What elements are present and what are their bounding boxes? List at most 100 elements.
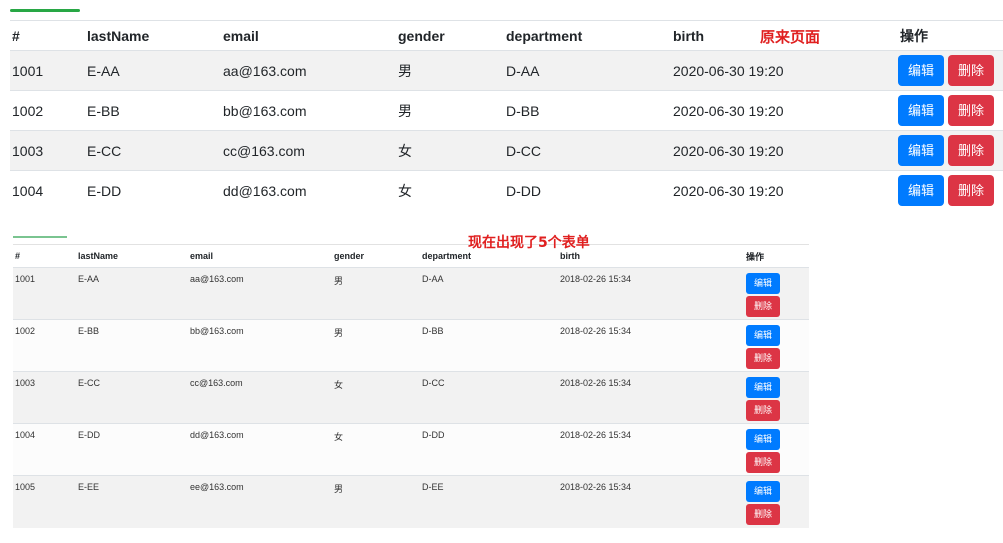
cell-actions: 编辑 删除 (744, 319, 809, 372)
cell-gender: 女 (332, 423, 420, 476)
cell-actions: 编辑 删除 (898, 130, 1003, 171)
cell-email: aa@163.com (221, 50, 396, 91)
cell-department: D-AA (504, 50, 671, 91)
delete-button[interactable]: 删除 (746, 296, 780, 317)
table-row: 1005 E-EE ee@163.com 男 D-EE 2018-02-26 1… (13, 475, 809, 528)
header-department: department (504, 21, 671, 51)
cell-gender: 男 (396, 90, 504, 131)
table-row: 1004 E-DD dd@163.com 女 D-DD 2018-02-26 1… (13, 423, 809, 476)
cell-actions: 编辑 删除 (744, 423, 809, 476)
delete-button[interactable]: 删除 (746, 400, 780, 421)
cell-id: 1001 (13, 267, 76, 320)
cell-id: 1004 (10, 170, 85, 210)
edit-button[interactable]: 编辑 (898, 55, 944, 86)
cell-lastname: E-DD (76, 423, 188, 476)
annotation-original-page: 原来页面 (760, 28, 821, 46)
header-email: email (188, 245, 332, 268)
edit-button[interactable]: 编辑 (898, 175, 944, 206)
cell-lastname: E-EE (76, 475, 188, 528)
bottom-accent-bar (13, 236, 67, 238)
edit-button[interactable]: 编辑 (746, 429, 780, 450)
table-row: 1002 E-BB bb@163.com 男 D-BB 2018-02-26 1… (13, 319, 809, 372)
cell-lastname: E-BB (85, 90, 221, 131)
header-actions: 操作 (898, 21, 1003, 51)
delete-button[interactable]: 删除 (746, 348, 780, 369)
cell-department: D-AA (420, 267, 558, 320)
header-gender: gender (396, 21, 504, 51)
table-header-row: # lastName email gender department birth… (13, 245, 809, 268)
cell-birth: 2018-02-26 15:34 (558, 319, 744, 372)
cell-department: D-DD (420, 423, 558, 476)
table-row: 1003 E-CC cc@163.com 女 D-CC 2020-06-30 1… (10, 130, 1003, 171)
header-department: department (420, 245, 558, 268)
cell-actions: 编辑 删除 (898, 50, 1003, 91)
cell-lastname: E-DD (85, 170, 221, 210)
cell-email: dd@163.com (188, 423, 332, 476)
table-header-row: # lastName email gender department birth… (10, 21, 1003, 51)
edit-button[interactable]: 编辑 (746, 325, 780, 346)
cell-lastname: E-CC (76, 371, 188, 424)
cell-email: cc@163.com (188, 371, 332, 424)
edit-button[interactable]: 编辑 (746, 481, 780, 502)
header-lastname: lastName (76, 245, 188, 268)
cell-id: 1002 (13, 319, 76, 372)
cell-lastname: E-AA (76, 267, 188, 320)
cell-lastname: E-CC (85, 130, 221, 171)
cell-id: 1004 (13, 423, 76, 476)
cell-department: D-EE (420, 475, 558, 528)
employee-table-current: # lastName email gender department birth… (13, 245, 809, 528)
cell-department: D-DD (504, 170, 671, 210)
cell-department: D-CC (504, 130, 671, 171)
page: # lastName email gender department birth… (0, 0, 1003, 543)
cell-birth: 2018-02-26 15:34 (558, 267, 744, 320)
cell-birth: 2020-06-30 19:20 (671, 90, 898, 131)
employee-table-original: # lastName email gender department birth… (10, 21, 1003, 210)
header-id: # (13, 245, 76, 268)
cell-email: bb@163.com (188, 319, 332, 372)
cell-gender: 男 (332, 319, 420, 372)
header-lastname: lastName (85, 21, 221, 51)
cell-id: 1005 (13, 475, 76, 528)
cell-id: 1003 (13, 371, 76, 424)
cell-gender: 男 (332, 267, 420, 320)
delete-button[interactable]: 删除 (746, 452, 780, 473)
delete-button[interactable]: 删除 (948, 95, 994, 126)
cell-gender: 男 (396, 50, 504, 91)
delete-button[interactable]: 删除 (948, 175, 994, 206)
cell-birth: 2018-02-26 15:34 (558, 475, 744, 528)
delete-button[interactable]: 删除 (746, 504, 780, 525)
table-row: 1001 E-AA aa@163.com 男 D-AA 2020-06-30 1… (10, 50, 1003, 91)
cell-birth: 2020-06-30 19:20 (671, 170, 898, 210)
edit-button[interactable]: 编辑 (898, 135, 944, 166)
cell-email: ee@163.com (188, 475, 332, 528)
cell-gender: 女 (396, 130, 504, 171)
delete-button[interactable]: 删除 (948, 135, 994, 166)
cell-email: aa@163.com (188, 267, 332, 320)
delete-button[interactable]: 删除 (948, 55, 994, 86)
cell-actions: 编辑 删除 (898, 90, 1003, 131)
cell-actions: 编辑 删除 (898, 170, 1003, 210)
cell-actions: 编辑 删除 (744, 371, 809, 424)
header-gender: gender (332, 245, 420, 268)
table-row: 1001 E-AA aa@163.com 男 D-AA 2018-02-26 1… (13, 267, 809, 320)
edit-button[interactable]: 编辑 (746, 377, 780, 398)
cell-birth: 2020-06-30 19:20 (671, 130, 898, 171)
cell-birth: 2018-02-26 15:34 (558, 371, 744, 424)
cell-id: 1001 (10, 50, 85, 91)
cell-email: bb@163.com (221, 90, 396, 131)
cell-gender: 女 (396, 170, 504, 210)
cell-actions: 编辑 删除 (744, 475, 809, 528)
cell-department: D-BB (504, 90, 671, 131)
header-email: email (221, 21, 396, 51)
table-row: 1004 E-DD dd@163.com 女 D-DD 2020-06-30 1… (10, 170, 1003, 210)
edit-button[interactable]: 编辑 (746, 273, 780, 294)
cell-department: D-BB (420, 319, 558, 372)
cell-lastname: E-AA (85, 50, 221, 91)
cell-birth: 2020-06-30 19:20 (671, 50, 898, 91)
header-birth: birth (558, 245, 744, 268)
cell-gender: 男 (332, 475, 420, 528)
edit-button[interactable]: 编辑 (898, 95, 944, 126)
top-accent-bar (10, 9, 80, 12)
table-row: 1003 E-CC cc@163.com 女 D-CC 2018-02-26 1… (13, 371, 809, 424)
cell-department: D-CC (420, 371, 558, 424)
